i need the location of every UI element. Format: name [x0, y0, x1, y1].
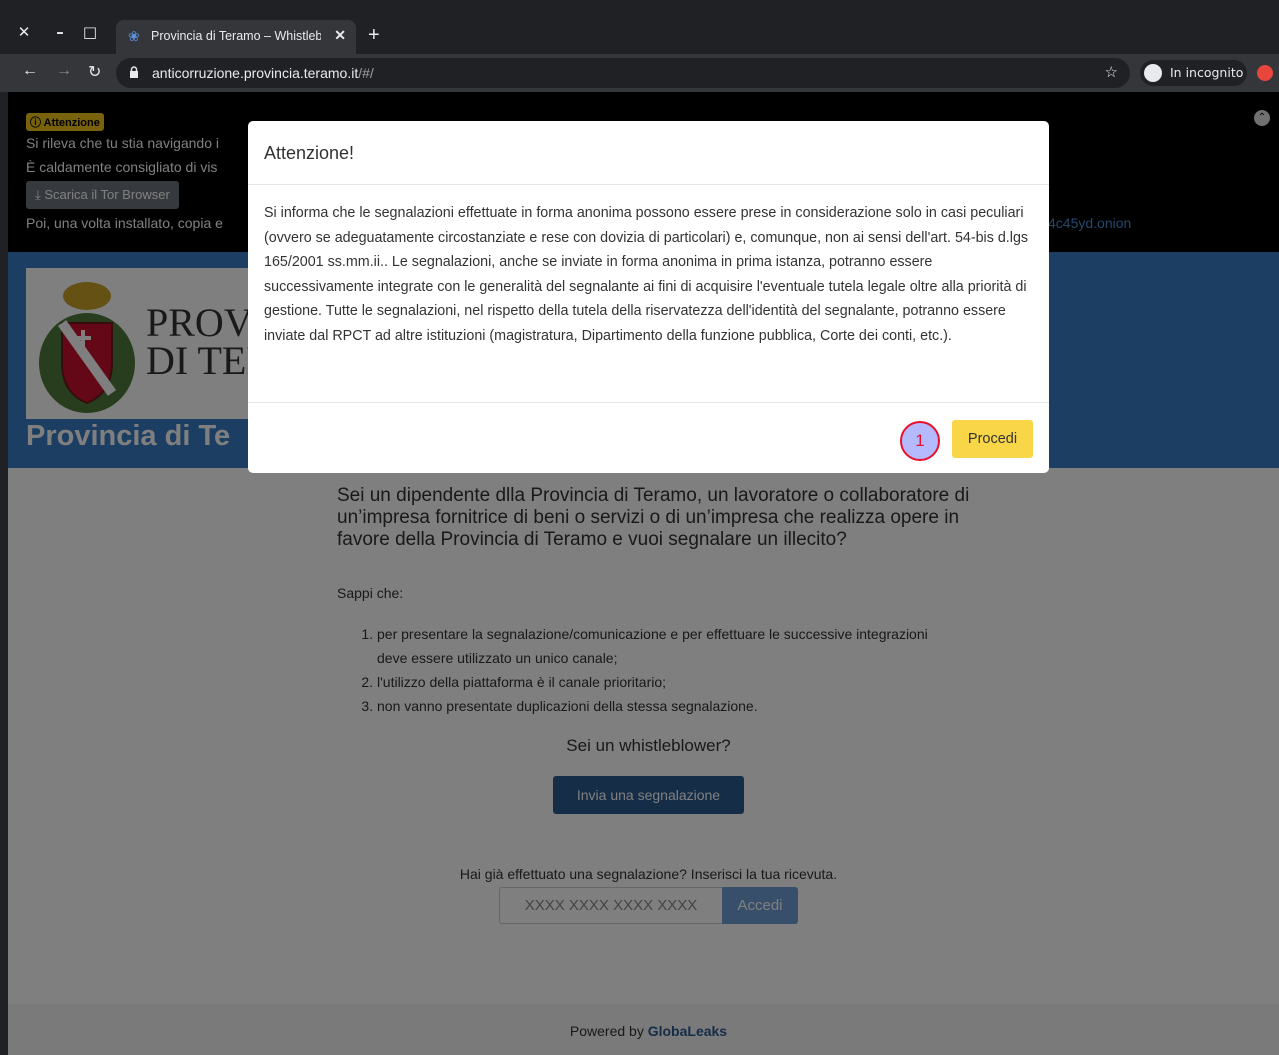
tab-strip: ✕ – □ ❀ Provincia di Teramo – Whistleblo… — [0, 0, 1279, 54]
favicon-icon: ❀ — [128, 28, 140, 44]
bookmark-star-icon[interactable]: ☆ — [1105, 63, 1118, 81]
address-bar[interactable]: anticorruzione.provincia.teramo.it/#/ ☆ — [116, 58, 1130, 88]
window-maximize-icon[interactable]: □ — [80, 22, 100, 42]
forward-icon[interactable]: → — [56, 62, 72, 80]
window-minimize-icon[interactable]: – — [50, 22, 70, 42]
browser-tab[interactable]: ❀ Provincia di Teramo – Whistleblowing ✕ — [116, 20, 356, 54]
window-close-icon[interactable]: ✕ — [14, 22, 34, 42]
lock-icon — [130, 66, 138, 78]
url-path: /#/ — [358, 65, 374, 81]
modal-header: Attenzione! — [248, 121, 1049, 185]
back-icon[interactable]: ← — [22, 62, 38, 80]
url-text: anticorruzione.provincia.teramo.it/#/ — [152, 65, 374, 81]
browser-toolbar: ← → ↻ anticorruzione.provincia.teramo.it… — [0, 54, 1279, 92]
modal-title: Attenzione! — [264, 143, 355, 163]
modal-body-text: Si informa che le segnalazioni effettuat… — [264, 205, 1029, 344]
modal-backdrop[interactable]: Attenzione! Si informa che le segnalazio… — [8, 92, 1279, 1055]
modal-footer: 1 Procedi — [248, 402, 1049, 473]
browser-chrome: ✕ – □ ❀ Provincia di Teramo – Whistleblo… — [0, 0, 1279, 92]
reload-icon[interactable]: ↻ — [88, 62, 101, 82]
incognito-label: In incognito — [1170, 65, 1244, 80]
step-marker: 1 — [900, 421, 940, 461]
attention-modal: Attenzione! Si informa che le segnalazio… — [248, 121, 1049, 473]
tab-close-icon[interactable]: ✕ — [334, 27, 346, 44]
url-host: anticorruzione.provincia.teramo.it — [152, 65, 359, 81]
tab-title: Provincia di Teramo – Whistleblowing — [151, 29, 321, 43]
incognito-icon — [1144, 64, 1162, 82]
proceed-button[interactable]: Procedi — [952, 420, 1033, 458]
new-tab-button[interactable]: + — [368, 24, 380, 47]
web-page: ⓘ Attenzione Si rileva che tu stia navig… — [8, 92, 1279, 1055]
extension-icon[interactable] — [1257, 65, 1273, 81]
incognito-indicator[interactable]: In incognito — [1140, 60, 1247, 86]
